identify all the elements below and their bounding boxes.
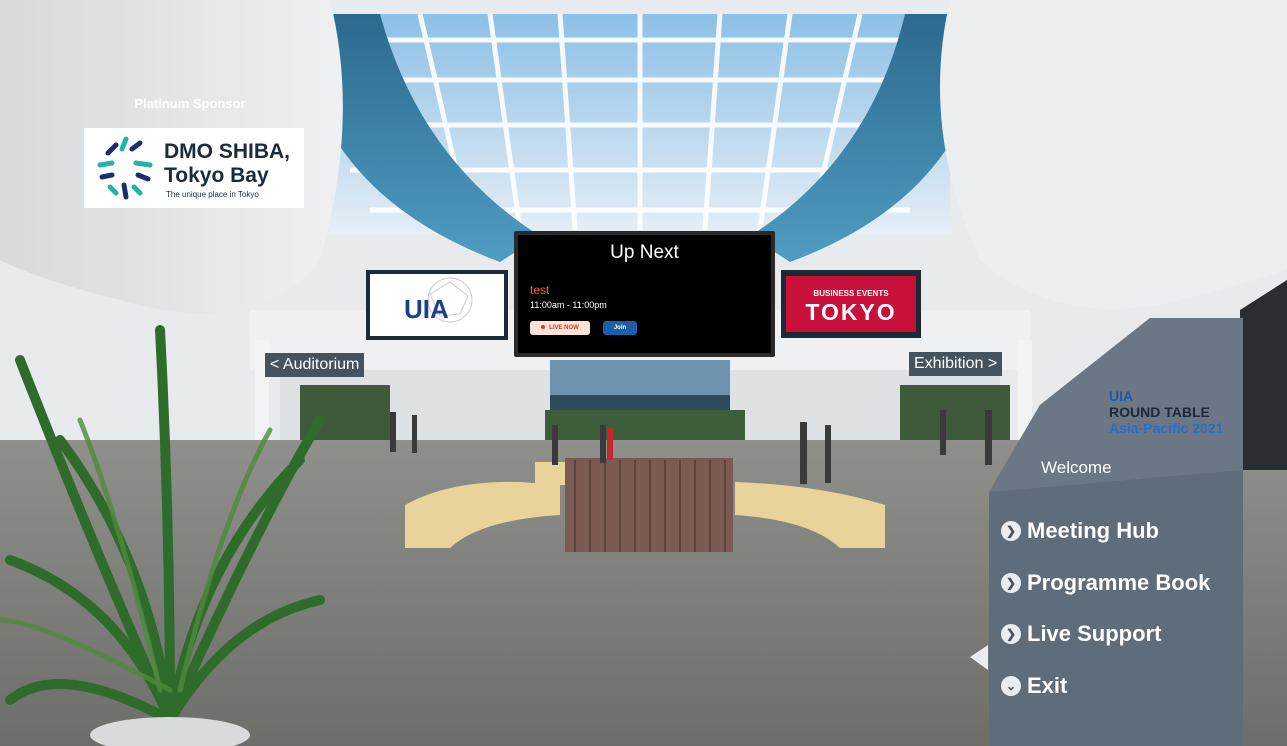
- up-next-title: Up Next: [610, 242, 679, 263]
- auditorium-nav-button[interactable]: < Auditorium: [265, 353, 365, 377]
- menu-item-label: Programme Book: [1027, 570, 1211, 595]
- platinum-sponsor-caption: Platinum Sponsor: [134, 96, 246, 111]
- tokyo-text: TOKYO: [805, 299, 897, 325]
- business-events-text: BUSINESS EVENTS: [813, 289, 889, 298]
- event-logo-round-table: ROUND TABLE: [1109, 404, 1210, 420]
- virtual-lobby-scene: Platinum Sponsor DMO SHIBA, Tokyo Bay Th…: [0, 0, 1287, 746]
- join-button[interactable]: Join: [603, 321, 637, 335]
- event-time: 11:00am - 11:00pm: [530, 300, 607, 310]
- uia-logo-board: UIA: [366, 270, 508, 340]
- event-logo-asia-pacific: Asia-Pacific 2021: [1109, 420, 1224, 436]
- up-next-screen: Up Next test 11:00am - 11:00pm LIVE NOW …: [514, 231, 775, 357]
- sponsor-name-line2: Tokyo Bay: [164, 164, 269, 187]
- uia-logo-text: UIA: [404, 294, 449, 324]
- chevron-right-icon: ❯: [1001, 521, 1021, 541]
- chevron-down-icon: ⌄: [1001, 676, 1021, 696]
- business-events-tokyo-board: BUSINESS EVENTS TOKYO: [781, 270, 921, 338]
- menu-item-programme-book[interactable]: ❯ Programme Book: [1001, 570, 1210, 596]
- welcome-menu-panel: UIA ROUND TABLE Asia-Pacific 2021 Welcom…: [989, 318, 1243, 746]
- sponsor-name-line1: DMO SHIBA,: [164, 140, 290, 163]
- sponsor-logo-dmo-shiba[interactable]: DMO SHIBA, Tokyo Bay The unique place in…: [84, 128, 304, 208]
- live-dot-icon: [541, 325, 546, 330]
- menu-item-label: Live Support: [1027, 621, 1162, 646]
- menu-item-label: Exit: [1027, 673, 1068, 698]
- event-name: test: [530, 283, 550, 297]
- menu-item-meeting-hub[interactable]: ❯ Meeting Hub: [1001, 518, 1159, 544]
- live-now-badge: LIVE NOW: [530, 321, 590, 335]
- chevron-right-icon: ❯: [1001, 573, 1021, 593]
- menu-item-exit[interactable]: ⌄ Exit: [1001, 673, 1067, 699]
- menu-item-live-support[interactable]: ❯ Live Support: [1001, 621, 1161, 647]
- sponsor-tagline: The unique place in Tokyo: [166, 190, 259, 199]
- event-logo-uia: UIA: [1109, 388, 1134, 404]
- live-now-label: LIVE NOW: [549, 325, 579, 331]
- welcome-heading: Welcome: [1041, 458, 1112, 477]
- chevron-right-icon: ❯: [1001, 624, 1021, 644]
- dmo-shiba-logo-icon: [97, 136, 153, 200]
- menu-item-label: Meeting Hub: [1027, 518, 1159, 543]
